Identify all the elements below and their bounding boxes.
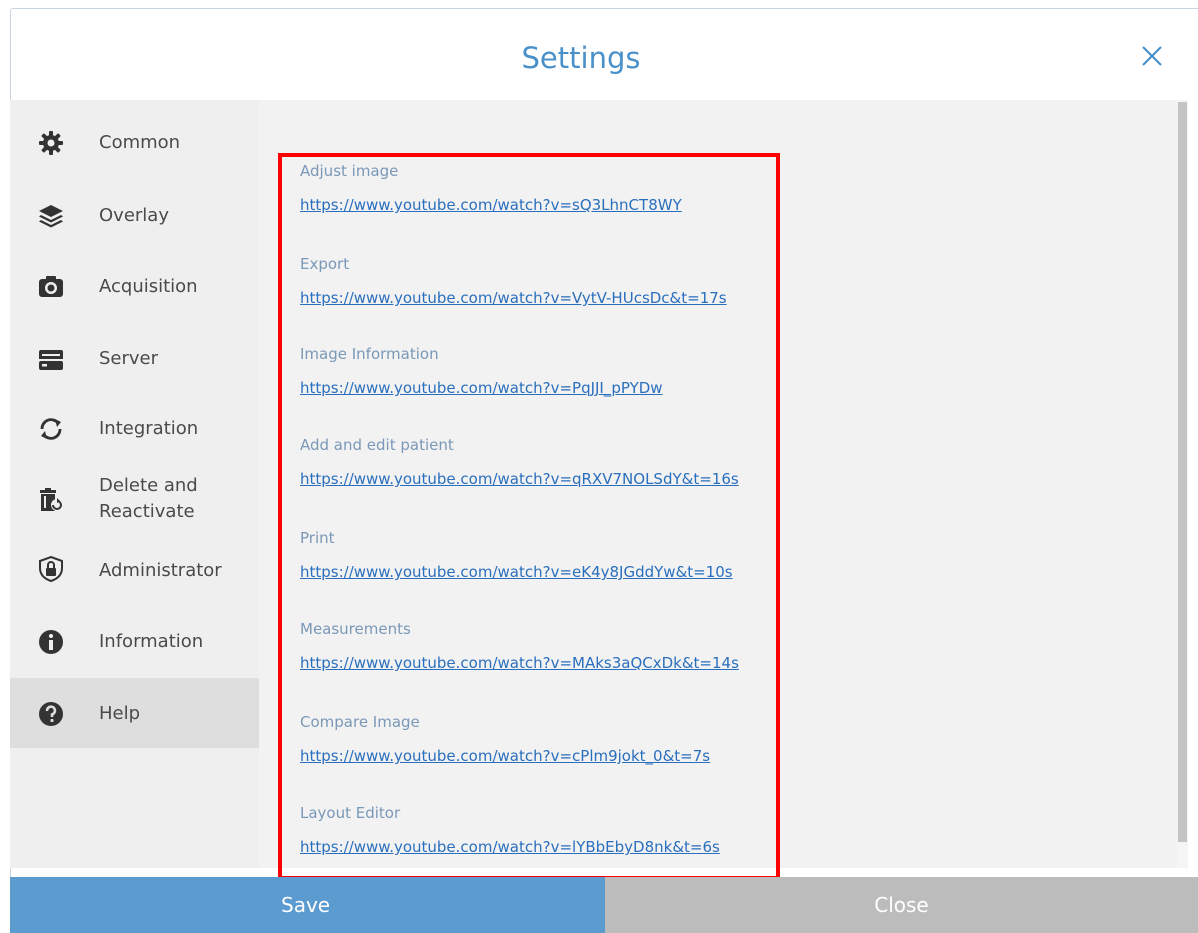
sidebar-item-label: Delete and Reactivate bbox=[99, 473, 198, 525]
sidebar-item-label: Administrator bbox=[99, 560, 222, 581]
gear-icon bbox=[39, 131, 63, 155]
info-icon bbox=[39, 630, 63, 654]
close-icon[interactable] bbox=[1137, 41, 1167, 71]
sidebar-item-label: Integration bbox=[99, 418, 199, 439]
sync-icon bbox=[40, 418, 62, 440]
help-entry-title: Layout Editor bbox=[300, 804, 401, 822]
server-icon bbox=[39, 350, 63, 370]
sidebar-item-label: Acquisition bbox=[99, 276, 198, 297]
help-entry-title: Add and edit patient bbox=[300, 436, 454, 454]
help-entry-link[interactable]: https://www.youtube.com/watch?v=eK4y8JGd… bbox=[300, 563, 733, 581]
help-entry-title: Image Information bbox=[300, 345, 439, 363]
layers-icon bbox=[39, 205, 63, 228]
save-button[interactable]: Save bbox=[10, 877, 605, 933]
sidebar-item-server[interactable]: Server bbox=[10, 321, 259, 391]
sidebar-item-delete-and-reactivate[interactable]: Delete and Reactivate bbox=[10, 463, 259, 533]
help-entry-link[interactable]: https://www.youtube.com/watch?v=qRXV7NOL… bbox=[300, 470, 739, 488]
sidebar-item-administrator[interactable]: Administrator bbox=[10, 534, 259, 604]
help-entry-title: Measurements bbox=[300, 620, 411, 638]
sidebar-item-label: Information bbox=[99, 631, 204, 652]
help-entry-title: Print bbox=[300, 529, 335, 547]
dialog-header: Settings bbox=[11, 9, 1198, 109]
close-button[interactable]: Close bbox=[605, 877, 1198, 933]
help-icon bbox=[39, 702, 63, 726]
sidebar-item-label: Help bbox=[99, 703, 141, 724]
sidebar-item-label: Common bbox=[99, 132, 181, 153]
sidebar-item-common[interactable]: Common bbox=[10, 108, 259, 178]
sidebar-item-label: Server bbox=[99, 348, 159, 369]
sidebar-item-integration[interactable]: Integration bbox=[10, 392, 259, 462]
help-entry-link[interactable]: https://www.youtube.com/watch?v=lYBbEbyD… bbox=[300, 838, 720, 856]
sidebar-item-label: Overlay bbox=[99, 205, 169, 226]
sidebar-item-label-line1: Delete and bbox=[99, 475, 198, 496]
sidebar-item-overlay[interactable]: Overlay bbox=[10, 179, 259, 249]
camera-icon bbox=[39, 276, 63, 297]
sidebar-item-acquisition[interactable]: Acquisition bbox=[10, 250, 259, 320]
help-entry-link[interactable]: https://www.youtube.com/watch?v=cPlm9jok… bbox=[300, 747, 710, 765]
help-entry-title: Compare Image bbox=[300, 713, 420, 731]
dialog-title: Settings bbox=[521, 41, 641, 75]
dialog-footer: Save Close bbox=[10, 877, 1198, 933]
help-entry-title: Adjust image bbox=[300, 162, 399, 180]
sidebar-item-label-line2: Reactivate bbox=[99, 501, 195, 522]
content-scrollbar-thumb[interactable] bbox=[1178, 102, 1187, 842]
help-entry-link[interactable]: https://www.youtube.com/watch?v=MAks3aQC… bbox=[300, 654, 739, 672]
sidebar-item-information[interactable]: Information bbox=[10, 605, 259, 675]
help-entry-title: Export bbox=[300, 255, 350, 273]
help-entry-link[interactable]: https://www.youtube.com/watch?v=sQ3LhnCT… bbox=[300, 196, 682, 214]
trash-restore-icon bbox=[40, 488, 63, 511]
help-entry-link[interactable]: https://www.youtube.com/watch?v=VytV-HUc… bbox=[300, 289, 727, 307]
help-entry-link[interactable]: https://www.youtube.com/watch?v=PqJJI_pP… bbox=[300, 379, 663, 397]
shield-lock-icon bbox=[39, 556, 63, 582]
settings-sidebar: Common Overlay Acquisition Server Integr… bbox=[10, 100, 259, 868]
sidebar-item-help[interactable]: Help bbox=[10, 678, 259, 748]
